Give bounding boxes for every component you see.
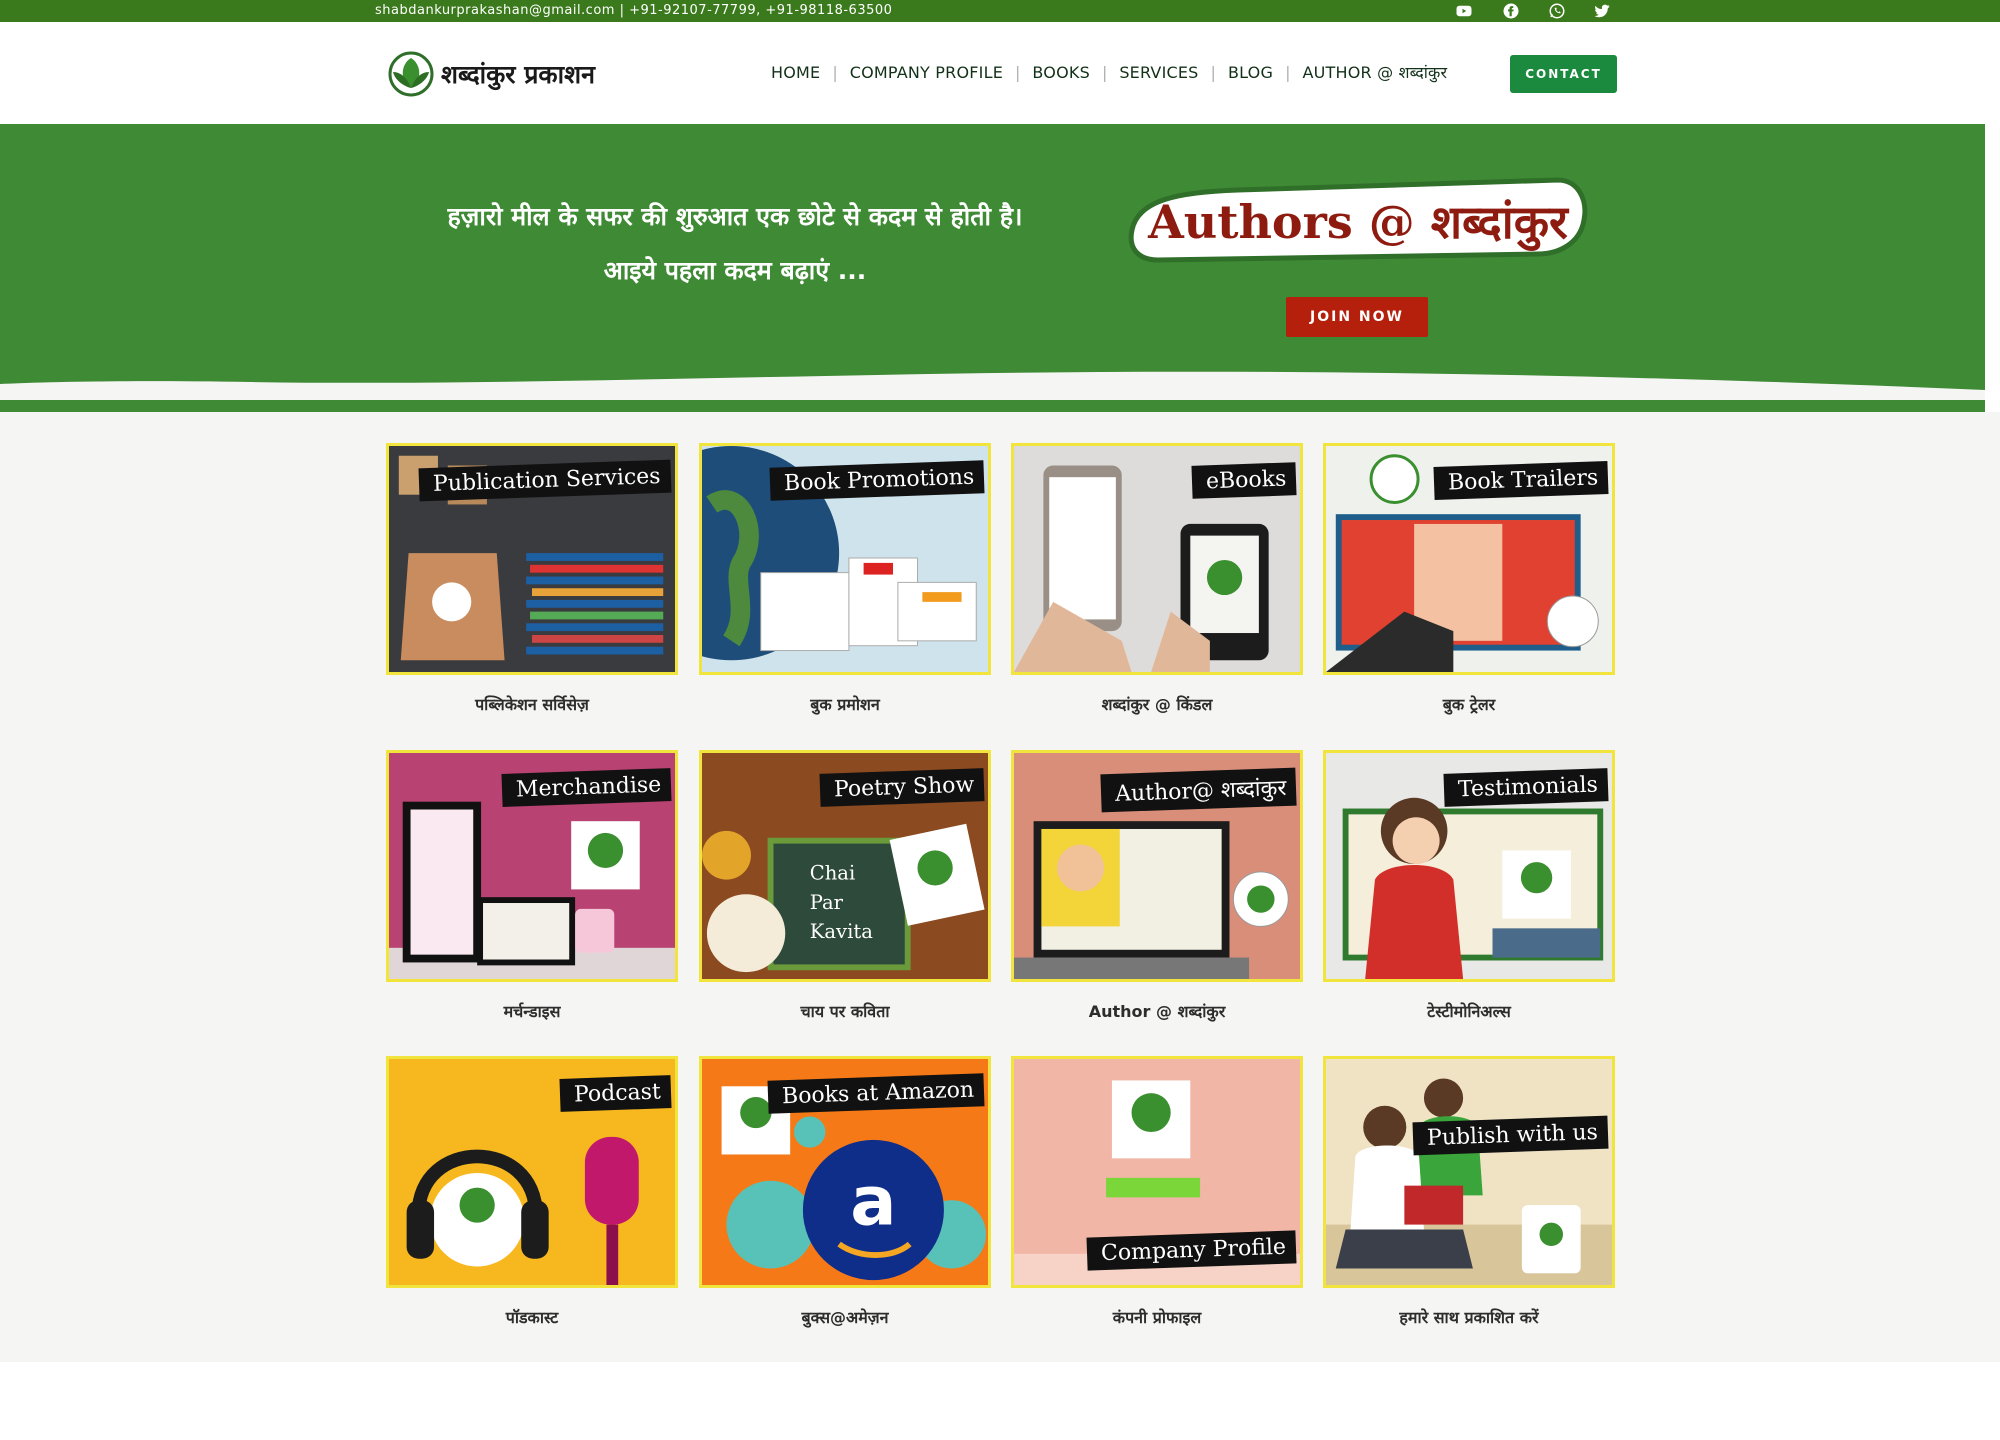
- youtube-icon[interactable]: [1454, 2, 1474, 20]
- nav-books[interactable]: BOOKS: [1032, 63, 1090, 82]
- card-image[interactable]: Author@ शब्दांकुर: [1011, 750, 1303, 982]
- nav-blog[interactable]: BLOG: [1228, 63, 1273, 82]
- nav-author[interactable]: AUTHOR @ शब्दांकुर: [1302, 61, 1447, 83]
- nav-separator: |: [1101, 62, 1108, 82]
- top-bar: shabdankurprakashan@gmail.com | +91-9210…: [0, 0, 2000, 22]
- card-tag: Testimonials: [1443, 768, 1609, 807]
- svg-text:a: a: [850, 1163, 896, 1242]
- nav-home[interactable]: HOME: [771, 63, 820, 82]
- contact-button[interactable]: CONTACT: [1510, 55, 1617, 93]
- card-tag: Merchandise: [501, 768, 672, 807]
- card-tag: eBooks: [1191, 462, 1297, 499]
- card-tag: Book Trailers: [1433, 460, 1609, 501]
- card-tag: Podcast: [559, 1075, 672, 1112]
- hero-line-1: हज़ारो मील के सफर की शुरुआत एक छोटे से क…: [447, 202, 1023, 231]
- card-label[interactable]: शब्दांकुर @ किंडल: [1011, 693, 1303, 715]
- card-tag: Publish with us: [1412, 1115, 1609, 1156]
- card-tag: Poetry Show: [819, 768, 985, 807]
- card-label[interactable]: कंपनी प्रोफाइल: [1011, 1306, 1303, 1328]
- card-label[interactable]: मर्चन्डाइस: [386, 1000, 678, 1022]
- hero-wave-divider: [0, 360, 1985, 400]
- twitter-icon[interactable]: [1592, 2, 1612, 20]
- facebook-icon[interactable]: [1501, 2, 1521, 20]
- svg-text:Kavita: Kavita: [810, 920, 873, 943]
- card-label[interactable]: पॉडकास्ट: [386, 1306, 678, 1328]
- card-image[interactable]: Merchandise: [386, 750, 678, 982]
- join-now-button[interactable]: JOIN NOW: [1286, 297, 1428, 337]
- card-tag: Author@ शब्दांकुर: [1100, 767, 1297, 813]
- svg-text:Par: Par: [810, 891, 844, 914]
- card-label[interactable]: बुक प्रमोशन: [699, 693, 991, 715]
- card-image[interactable]: Podcast: [386, 1056, 678, 1288]
- card-label[interactable]: बुक्स@अमेज़न: [699, 1306, 991, 1328]
- nav-separator: |: [1210, 62, 1216, 82]
- svg-text:Chai: Chai: [810, 862, 856, 885]
- main-nav: HOME | COMPANY PROFILE | BOOKS | SERVICE…: [771, 60, 1447, 84]
- authors-logo: Authors @ शब्दांकुर: [1128, 177, 1588, 263]
- logo-leaf-icon: [388, 51, 434, 97]
- card-image[interactable]: Book Trailers: [1323, 443, 1615, 675]
- hero-line-2: आइये पहला कदम बढ़ाएं ...: [603, 256, 867, 285]
- card-image[interactable]: Company Profile: [1011, 1056, 1303, 1288]
- card-image[interactable]: Publish with us: [1323, 1056, 1615, 1288]
- card-image[interactable]: Publication Services: [386, 443, 678, 675]
- services-section: [0, 412, 2000, 1362]
- card-label[interactable]: चाय पर कविता: [699, 1000, 991, 1022]
- nav-separator: |: [1285, 62, 1291, 82]
- publish-with-us-image: [1326, 1059, 1612, 1285]
- logo-text: शब्दांकुर प्रकाशन: [441, 60, 595, 89]
- card-image[interactable]: Book Promotions: [699, 443, 991, 675]
- nav-company-profile[interactable]: COMPANY PROFILE: [850, 63, 1003, 82]
- contact-info: shabdankurprakashan@gmail.com | +91-9210…: [375, 3, 893, 18]
- card-label[interactable]: टेस्टीमोनिअल्स: [1323, 1000, 1615, 1022]
- site-logo[interactable]: शब्दांकुर प्रकाशन: [387, 50, 595, 98]
- site-header: शब्दांकुर प्रकाशन HOME | COMPANY PROFILE…: [0, 22, 2000, 124]
- nav-services[interactable]: SERVICES: [1119, 63, 1198, 82]
- card-image[interactable]: Chai Par Kavita Poetry Show: [699, 750, 991, 982]
- nav-separator: |: [832, 62, 838, 82]
- card-label[interactable]: हमारे साथ प्रकाशित करें: [1323, 1306, 1615, 1328]
- card-label[interactable]: पब्लिकेशन सर्विसेज़: [386, 693, 678, 715]
- hero-tagline: हज़ारो मील के सफर की शुरुआत एक छोटे से क…: [340, 190, 1130, 298]
- card-image[interactable]: Testimonials: [1323, 750, 1615, 982]
- card-image[interactable]: a Books at Amazon: [699, 1056, 991, 1288]
- nav-separator: |: [1015, 62, 1021, 82]
- card-image[interactable]: eBooks: [1011, 443, 1303, 675]
- card-label[interactable]: बुक ट्रेलर: [1323, 693, 1615, 715]
- authors-logo-text: Authors @ शब्दांकुर: [1147, 195, 1570, 252]
- whatsapp-icon[interactable]: [1547, 2, 1567, 20]
- card-label[interactable]: Author @ शब्दांकुर: [1011, 1000, 1303, 1022]
